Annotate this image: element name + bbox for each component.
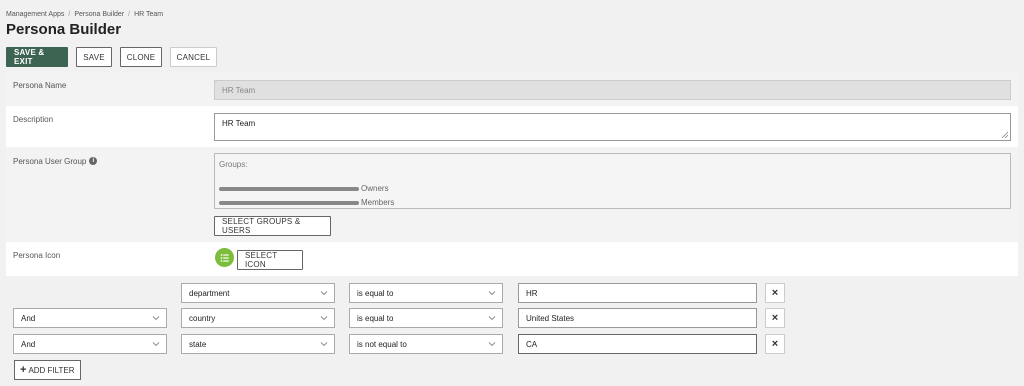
breadcrumb-item-persona-builder[interactable]: Persona Builder [74,11,124,18]
breadcrumb: Management Apps / Persona Builder / HR Team [6,11,164,18]
redacted-group-name [219,186,359,191]
filter-conjunction-select[interactable]: And [13,334,167,354]
remove-filter-button[interactable]: × [765,334,785,354]
group-item: Members [219,198,394,207]
chevron-down-icon [488,316,496,321]
plus-icon: + [20,364,27,376]
filter-operator-select[interactable]: is not equal to [349,334,503,354]
description-row: Description HR Team [6,106,1018,147]
chevron-down-icon [152,316,160,321]
user-group-row: Persona User Group i Groups: Owners Membe… [6,147,1018,242]
select-icon-button[interactable]: SELECT ICON [237,250,303,270]
page-title: Persona Builder [6,21,122,38]
list-icon [215,248,234,267]
description-textarea[interactable]: HR Team [214,113,1011,141]
persona-icon-row: Persona Icon SELECT ICON [6,242,1018,276]
filter-value-input[interactable]: United States [518,308,757,328]
filter-field-select[interactable]: department [181,283,335,303]
save-and-exit-button[interactable]: SAVE & EXIT [6,47,68,67]
groups-title: Groups: [219,160,248,169]
save-button[interactable]: SAVE [76,47,112,67]
filter-operator-select[interactable]: is equal to [349,308,503,328]
filter-conjunction-select[interactable]: And [13,308,167,328]
filter-field-select[interactable]: state [181,334,335,354]
cancel-button[interactable]: CANCEL [170,47,217,67]
filter-operator-select[interactable]: is equal to [349,283,503,303]
remove-filter-button[interactable]: × [765,308,785,328]
chevron-down-icon [152,342,160,347]
clone-button[interactable]: CLONE [120,47,162,67]
info-icon[interactable]: i [89,157,98,165]
chevron-down-icon [488,342,496,347]
persona-icon-label: Persona Icon [13,251,61,260]
chevron-down-icon [320,342,328,347]
chevron-down-icon [320,316,328,321]
breadcrumb-item-management-apps[interactable]: Management Apps [6,11,64,18]
chevron-down-icon [488,291,496,296]
add-filter-button[interactable]: + ADD FILTER [14,360,81,380]
persona-name-row: Persona Name HR Team [6,73,1018,106]
toolbar: SAVE & EXIT SAVE CLONE CANCEL [6,47,217,67]
breadcrumb-item-current: HR Team [134,11,164,18]
filter-value-input[interactable]: CA [518,334,757,354]
persona-name-label: Persona Name [13,81,67,90]
remove-filter-button[interactable]: × [765,283,785,303]
description-value: HR Team [222,119,256,128]
resize-handle-icon[interactable] [1001,131,1008,138]
chevron-down-icon [320,291,328,296]
user-group-label: Persona User Group i [13,157,98,166]
select-groups-and-users-button[interactable]: SELECT GROUPS & USERS [214,216,331,236]
filter-value-input[interactable]: HR [518,283,757,303]
description-label: Description [13,115,54,124]
persona-name-input: HR Team [214,80,1011,100]
redacted-group-name [219,200,359,205]
group-item: Owners [219,184,389,193]
groups-box: Groups: Owners Members [214,153,1011,209]
filter-field-select[interactable]: country [181,308,335,328]
